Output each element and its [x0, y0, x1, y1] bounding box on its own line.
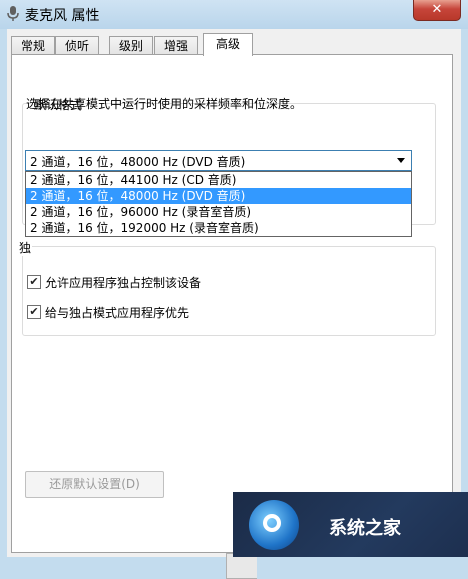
logo-icon	[249, 500, 299, 550]
tab-general[interactable]: 常规	[11, 36, 55, 55]
sample-rate-option[interactable]: 2 通道，16 位，96000 Hz (录音室音质)	[26, 204, 411, 220]
restore-defaults-button[interactable]: 还原默认设置(D)	[25, 471, 164, 498]
sample-rate-dropdown: 2 通道，16 位，44100 Hz (CD 音质) 2 通道，16 位，480…	[25, 171, 412, 237]
properties-dialog: 常规 侦听 级别 增强 高级 默认格式 选择在共享模式中运行时使用的采样频率和位…	[7, 29, 461, 579]
advanced-panel: 默认格式 选择在共享模式中运行时使用的采样频率和位深度。 2 通道，16 位，4…	[11, 54, 453, 579]
sample-rate-selected-value: 2 通道，16 位，48000 Hz (DVD 音质)	[30, 155, 246, 169]
exclusive-mode-title: 独	[18, 239, 33, 256]
give-priority-checkbox[interactable]: ✔	[27, 305, 41, 319]
tab-enhancements[interactable]: 增强	[154, 36, 198, 55]
allow-exclusive-label: 允许应用程序独占控制该设备	[45, 276, 202, 290]
tab-levels[interactable]: 级别	[109, 36, 153, 55]
sample-rate-select[interactable]: 2 通道，16 位，48000 Hz (DVD 音质)	[25, 150, 412, 171]
default-format-description: 选择在共享模式中运行时使用的采样频率和位深度。	[26, 97, 303, 111]
window-title: 麦克风 属性	[25, 8, 100, 24]
tab-listen[interactable]: 侦听	[55, 36, 99, 55]
give-priority-label: 给与独占模式应用程序优先	[45, 306, 190, 320]
chevron-down-icon[interactable]	[397, 158, 405, 163]
allow-exclusive-checkbox[interactable]: ✔	[27, 275, 41, 289]
close-button[interactable]: ✕	[413, 0, 461, 21]
title-bar: 麦克风 属性 ✕	[0, 0, 468, 29]
watermark-logo: 系统之家	[233, 492, 468, 557]
sample-rate-option[interactable]: 2 通道，16 位，44100 Hz (CD 音质)	[26, 172, 411, 188]
watermark-text: 系统之家	[329, 518, 401, 539]
microphone-icon	[7, 6, 19, 21]
sample-rate-option-selected[interactable]: 2 通道，16 位，48000 Hz (DVD 音质)	[26, 188, 411, 204]
tab-advanced[interactable]: 高级	[203, 33, 253, 56]
sample-rate-option[interactable]: 2 通道，16 位，192000 Hz (录音室音质)	[26, 220, 411, 236]
exclusive-mode-group	[22, 246, 436, 336]
